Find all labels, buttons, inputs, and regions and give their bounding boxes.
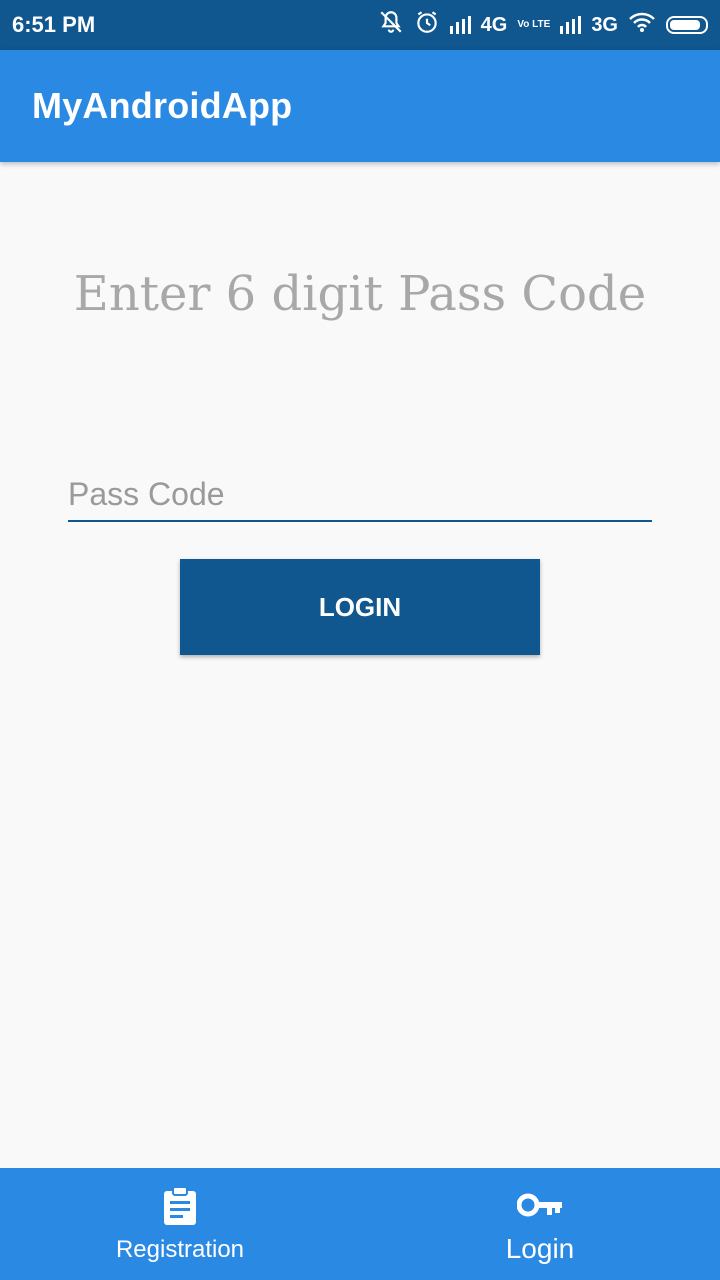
volte-badge: Vo LTE (517, 19, 551, 30)
battery-icon (666, 16, 708, 34)
passcode-field (68, 470, 652, 522)
mute-icon (378, 9, 404, 41)
nav-item-login[interactable]: Login (360, 1168, 720, 1280)
app-bar: MyAndroidApp (0, 50, 720, 162)
key-icon (517, 1183, 563, 1227)
bottom-nav: Registration Login (0, 1168, 720, 1280)
login-button[interactable]: LOGIN (180, 559, 540, 655)
signal-icon-2 (560, 16, 582, 34)
clipboard-icon (162, 1184, 198, 1228)
nav-label-login: Login (505, 1233, 575, 1264)
signal-icon (449, 16, 471, 34)
passcode-input[interactable] (68, 470, 652, 518)
status-icons: 4G Vo LTE 3G (378, 9, 708, 41)
status-bar: 6:51 PM 4G Vo LTE 3G (0, 0, 720, 50)
app-title: MyAndroidApp (32, 85, 293, 126)
status-time: 6:51 PM (12, 12, 96, 37)
nav-item-registration[interactable]: Registration (0, 1168, 360, 1280)
alarm-icon (414, 9, 440, 41)
wifi-icon (628, 11, 656, 39)
nav-label-registration: Registration (115, 1236, 245, 1263)
network-type-2: 3G (591, 13, 618, 36)
passcode-heading: Enter 6 digit Pass Code (73, 266, 647, 322)
network-type-1: 4G (480, 13, 508, 36)
